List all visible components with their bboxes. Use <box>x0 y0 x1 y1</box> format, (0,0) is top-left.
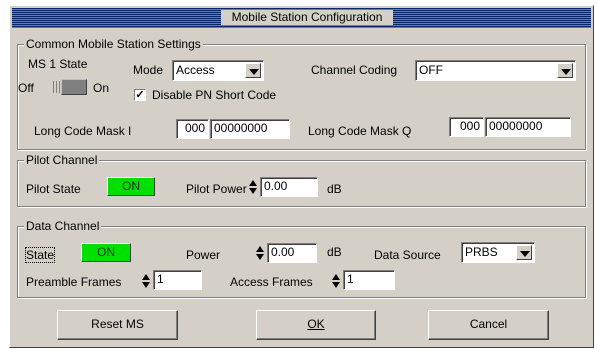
channel-coding-label: Channel Coding <box>311 63 398 77</box>
pilot-state-label: Pilot State <box>26 182 81 196</box>
mode-label: Mode <box>133 63 164 77</box>
disable-pn-label: Disable PN Short Code <box>152 88 277 102</box>
chevron-down-icon[interactable] <box>516 245 532 260</box>
ms-state-label: MS 1 State <box>28 57 88 71</box>
pilot-power-input[interactable]: 0.00 <box>260 177 318 197</box>
mode-select[interactable]: Access <box>172 60 264 81</box>
common-settings-label: Common Mobile Station Settings <box>24 37 203 51</box>
ms-state-toggle[interactable] <box>51 79 89 95</box>
long-code-i-hi-input[interactable]: 000 <box>176 119 209 139</box>
data-channel-group: Data Channel State ON Power 0.00 dB Data… <box>17 219 586 298</box>
pilot-channel-group: Pilot Channel Pilot State ON Pilot Power… <box>17 153 586 207</box>
toggle-on-label: On <box>93 81 110 95</box>
data-power-spinner-icon[interactable] <box>256 244 265 262</box>
access-spinner-icon[interactable] <box>332 272 341 290</box>
data-state-button[interactable]: ON <box>81 243 131 262</box>
long-code-q-lo-input[interactable]: 00000000 <box>485 117 571 137</box>
access-frames-input[interactable]: 1 <box>343 270 395 290</box>
cancel-button[interactable]: Cancel <box>428 310 549 340</box>
mode-value: Access <box>176 63 215 77</box>
window-title: Mobile Station Configuration <box>221 10 393 25</box>
cancel-button-label: Cancel <box>469 317 508 331</box>
data-source-value: PRBS <box>465 245 498 259</box>
data-power-input[interactable]: 0.00 <box>267 243 317 263</box>
channel-coding-select[interactable]: OFF <box>415 60 576 81</box>
reset-ms-button[interactable]: Reset MS <box>57 310 178 340</box>
config-dialog: Mobile Station Configuration Common Mobi… <box>9 5 594 348</box>
data-power-unit: dB <box>327 245 342 259</box>
pilot-power-unit: dB <box>327 182 342 196</box>
channel-coding-value: OFF <box>419 63 443 77</box>
chevron-down-icon[interactable] <box>245 63 261 78</box>
long-code-q-label: Long Code Mask Q <box>308 124 412 138</box>
data-channel-label: Data Channel <box>24 219 102 233</box>
ok-button[interactable]: OK <box>256 310 376 340</box>
data-source-select[interactable]: PRBS <box>461 242 535 263</box>
chevron-down-icon[interactable] <box>557 63 573 78</box>
ok-button-label: OK <box>307 317 325 331</box>
long-code-i-lo-input[interactable]: 00000000 <box>210 119 290 139</box>
pilot-channel-label: Pilot Channel <box>24 153 100 167</box>
toggle-off-label: Off <box>18 81 34 95</box>
pilot-power-label: Pilot Power <box>186 182 247 196</box>
data-state-label: State <box>24 247 56 263</box>
preamble-frames-input[interactable]: 1 <box>153 270 202 290</box>
data-power-label: Power <box>186 248 221 262</box>
pilot-state-button[interactable]: ON <box>107 177 155 196</box>
data-source-label: Data Source <box>374 248 441 262</box>
preamble-frames-label: Preamble Frames <box>26 275 122 289</box>
pilot-power-spinner-icon[interactable] <box>249 178 258 196</box>
long-code-i-label: Long Code Mask I <box>34 124 132 138</box>
common-settings-group: Common Mobile Station Settings MS 1 Stat… <box>17 37 586 150</box>
preamble-spinner-icon[interactable] <box>142 272 151 290</box>
access-frames-label: Access Frames <box>230 275 313 289</box>
disable-pn-checkbox[interactable]: ✓ <box>134 89 146 101</box>
toggle-knob[interactable] <box>61 79 87 95</box>
title-bar[interactable]: Mobile Station Configuration <box>12 8 591 28</box>
long-code-q-hi-input[interactable]: 000 <box>449 117 484 137</box>
